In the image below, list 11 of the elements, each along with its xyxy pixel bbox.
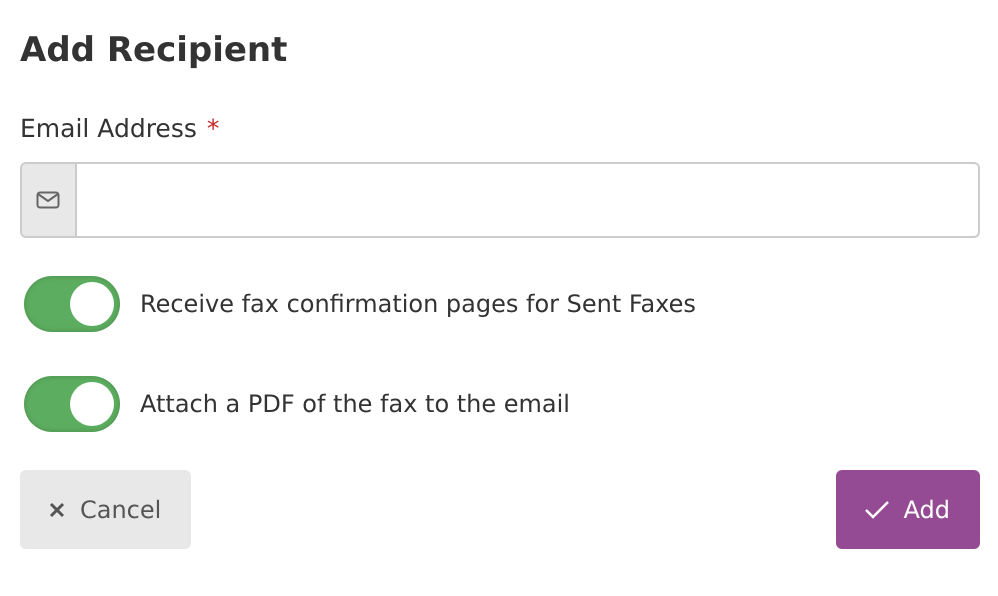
check-icon <box>864 500 890 520</box>
option-label: Receive fax confirmation pages for Sent Faxes <box>140 289 696 320</box>
email-field[interactable] <box>76 162 980 238</box>
close-icon <box>48 500 66 518</box>
required-mark: * <box>206 114 220 143</box>
field-label: Email Address <box>20 113 197 145</box>
option-label: Attach a PDF of the fax to the email <box>140 389 570 420</box>
add-button[interactable]: Add <box>836 470 980 549</box>
cancel-button[interactable]: Cancel <box>20 470 192 549</box>
dialog-title: Add Recipient <box>20 29 288 72</box>
envelope-icon <box>36 191 60 209</box>
